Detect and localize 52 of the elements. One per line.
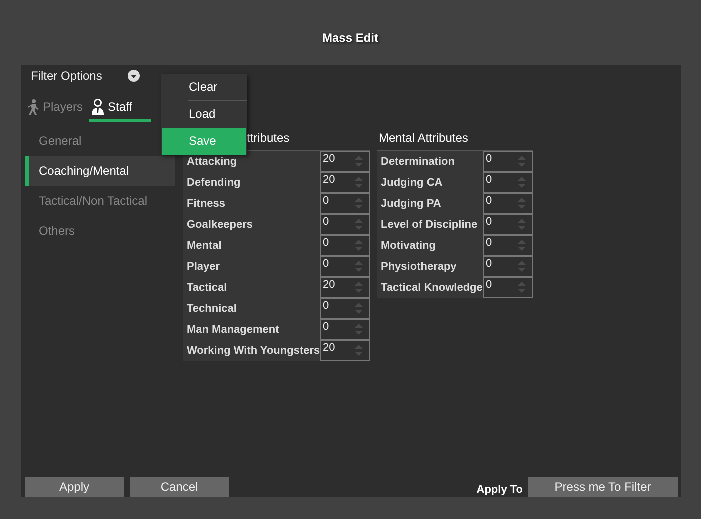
number-field[interactable]: 0 [320,193,370,214]
attribute-label: Player [186,260,222,275]
number-field[interactable]: 0 [320,214,370,235]
number-field[interactable]: 0 [483,151,533,172]
attribute-label: Judging CA [380,176,444,191]
attribute-label: Determination [380,155,456,170]
apply-button[interactable]: Apply [25,477,124,497]
attribute-label: Fitness [186,197,227,212]
sidebar-item[interactable]: Coaching/Mental [25,156,175,186]
apply-to-label: Apply To [476,484,523,497]
number-field[interactable]: 0 [320,298,370,319]
attribute-label: Man Management [186,323,280,338]
number-field[interactable]: 0 [483,235,533,256]
filter-button[interactable]: Press me To Filter [528,477,678,497]
group-heading: Mental Attributes [379,131,468,146]
tab[interactable]: Staff [89,93,152,122]
attribute-label: Goalkeepers [186,218,254,233]
filter-options-label: Filter Options [31,68,102,84]
number-field[interactable]: 0 [320,235,370,256]
attribute-label: Tactical [186,281,228,296]
cancel-button[interactable]: Cancel [130,477,229,497]
attribute-label: Technical [186,302,238,317]
sidebar-item[interactable]: Tactical/Non Tactical [25,186,175,216]
sidebar-item[interactable]: Others [25,216,175,246]
attribute-label: Level of Discipline [380,218,479,233]
menu-item[interactable]: Load [162,101,246,128]
number-field[interactable]: 0 [320,319,370,340]
attribute-label: Mental [186,239,223,254]
menu-item[interactable]: Clear [162,74,246,100]
attribute-label: Attacking [186,155,238,170]
number-field[interactable]: 0 [483,256,533,277]
number-field[interactable]: 0 [483,214,533,235]
attribute-label: Judging PA [380,197,442,212]
staff-icon [91,99,106,115]
attribute-label: Defending [186,176,242,191]
number-field[interactable]: 0 [483,172,533,193]
tab[interactable]: Players [24,93,86,122]
number-field[interactable]: 20 [320,340,370,361]
group-heading: ttributes [247,131,290,146]
attribute-label: Working With Youngsters [186,344,320,359]
attribute-label: Tactical Knowledge [380,281,483,296]
number-field[interactable]: 20 [320,277,370,298]
attribute-label: Physiotherapy [380,260,458,275]
dropdown-icon[interactable] [128,70,140,82]
number-field[interactable]: 0 [320,256,370,277]
attribute-label: Motivating [380,239,437,254]
window-title: Mass Edit [321,30,380,47]
number-field[interactable]: 20 [320,172,370,193]
number-field[interactable]: 20 [320,151,370,172]
number-field[interactable]: 0 [483,277,533,298]
player-icon [26,99,40,115]
number-field[interactable]: 0 [483,193,533,214]
